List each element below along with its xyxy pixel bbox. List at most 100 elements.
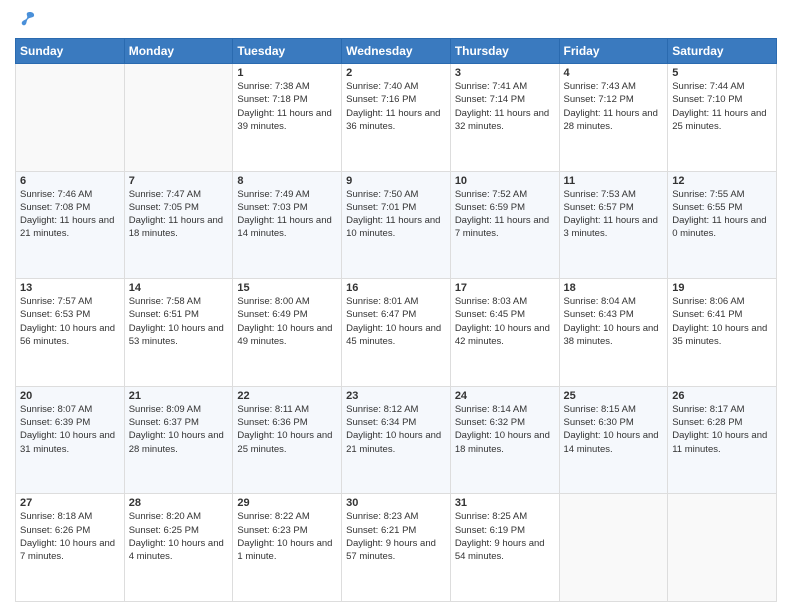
- calendar-day-cell: 24 Sunrise: 8:14 AM Sunset: 6:32 PM Dayl…: [450, 386, 559, 494]
- calendar-day-cell: 10 Sunrise: 7:52 AM Sunset: 6:59 PM Dayl…: [450, 171, 559, 279]
- day-info: Sunrise: 7:44 AM Sunset: 7:10 PM Dayligh…: [672, 80, 772, 133]
- sunrise-text: Sunrise: 7:53 AM: [564, 189, 636, 200]
- sunset-text: Sunset: 6:51 PM: [129, 309, 199, 320]
- day-info: Sunrise: 8:15 AM Sunset: 6:30 PM Dayligh…: [564, 403, 664, 456]
- sunset-text: Sunset: 7:08 PM: [20, 202, 90, 213]
- day-info: Sunrise: 7:41 AM Sunset: 7:14 PM Dayligh…: [455, 80, 555, 133]
- day-number: 3: [455, 67, 555, 79]
- calendar-day-cell: 12 Sunrise: 7:55 AM Sunset: 6:55 PM Dayl…: [668, 171, 777, 279]
- sunrise-text: Sunrise: 7:38 AM: [237, 81, 309, 92]
- calendar-week-row: 13 Sunrise: 7:57 AM Sunset: 6:53 PM Dayl…: [16, 279, 777, 387]
- day-number: 18: [564, 282, 664, 294]
- day-info: Sunrise: 8:23 AM Sunset: 6:21 PM Dayligh…: [346, 510, 446, 563]
- sunset-text: Sunset: 7:16 PM: [346, 94, 416, 105]
- day-info: Sunrise: 8:17 AM Sunset: 6:28 PM Dayligh…: [672, 403, 772, 456]
- sunrise-text: Sunrise: 8:01 AM: [346, 296, 418, 307]
- daylight-text: Daylight: 10 hours and 53 minutes.: [129, 323, 224, 347]
- calendar-day-cell: 5 Sunrise: 7:44 AM Sunset: 7:10 PM Dayli…: [668, 64, 777, 172]
- header: [15, 10, 777, 30]
- calendar-day-cell: [16, 64, 125, 172]
- sunset-text: Sunset: 6:53 PM: [20, 309, 90, 320]
- day-number: 16: [346, 282, 446, 294]
- day-info: Sunrise: 8:11 AM Sunset: 6:36 PM Dayligh…: [237, 403, 337, 456]
- sunrise-text: Sunrise: 7:47 AM: [129, 189, 201, 200]
- calendar-day-cell: [559, 494, 668, 602]
- daylight-text: Daylight: 10 hours and 11 minutes.: [672, 430, 767, 454]
- sunrise-text: Sunrise: 8:18 AM: [20, 511, 92, 522]
- daylight-text: Daylight: 10 hours and 28 minutes.: [129, 430, 224, 454]
- sunrise-text: Sunrise: 7:41 AM: [455, 81, 527, 92]
- day-info: Sunrise: 8:18 AM Sunset: 6:26 PM Dayligh…: [20, 510, 120, 563]
- day-number: 29: [237, 497, 337, 509]
- calendar-day-cell: [124, 64, 233, 172]
- sunset-text: Sunset: 6:36 PM: [237, 417, 307, 428]
- day-number: 14: [129, 282, 229, 294]
- sunset-text: Sunset: 7:18 PM: [237, 94, 307, 105]
- day-info: Sunrise: 8:00 AM Sunset: 6:49 PM Dayligh…: [237, 295, 337, 348]
- sunset-text: Sunset: 6:55 PM: [672, 202, 742, 213]
- day-info: Sunrise: 7:47 AM Sunset: 7:05 PM Dayligh…: [129, 188, 229, 241]
- day-number: 8: [237, 175, 337, 187]
- calendar-day-cell: 2 Sunrise: 7:40 AM Sunset: 7:16 PM Dayli…: [342, 64, 451, 172]
- calendar-week-row: 27 Sunrise: 8:18 AM Sunset: 6:26 PM Dayl…: [16, 494, 777, 602]
- sunrise-text: Sunrise: 8:22 AM: [237, 511, 309, 522]
- day-info: Sunrise: 7:50 AM Sunset: 7:01 PM Dayligh…: [346, 188, 446, 241]
- calendar-day-cell: 4 Sunrise: 7:43 AM Sunset: 7:12 PM Dayli…: [559, 64, 668, 172]
- day-info: Sunrise: 7:49 AM Sunset: 7:03 PM Dayligh…: [237, 188, 337, 241]
- day-number: 15: [237, 282, 337, 294]
- sunset-text: Sunset: 6:57 PM: [564, 202, 634, 213]
- calendar-day-cell: 29 Sunrise: 8:22 AM Sunset: 6:23 PM Dayl…: [233, 494, 342, 602]
- daylight-text: Daylight: 11 hours and 7 minutes.: [455, 215, 549, 239]
- day-info: Sunrise: 7:40 AM Sunset: 7:16 PM Dayligh…: [346, 80, 446, 133]
- sunset-text: Sunset: 6:47 PM: [346, 309, 416, 320]
- sunset-text: Sunset: 7:14 PM: [455, 94, 525, 105]
- day-of-week-header: Saturday: [668, 39, 777, 64]
- calendar-header-row: SundayMondayTuesdayWednesdayThursdayFrid…: [16, 39, 777, 64]
- day-info: Sunrise: 8:25 AM Sunset: 6:19 PM Dayligh…: [455, 510, 555, 563]
- daylight-text: Daylight: 11 hours and 0 minutes.: [672, 215, 766, 239]
- calendar-day-cell: 30 Sunrise: 8:23 AM Sunset: 6:21 PM Dayl…: [342, 494, 451, 602]
- sunrise-text: Sunrise: 8:07 AM: [20, 404, 92, 415]
- day-info: Sunrise: 7:46 AM Sunset: 7:08 PM Dayligh…: [20, 188, 120, 241]
- day-number: 24: [455, 390, 555, 402]
- sunrise-text: Sunrise: 7:43 AM: [564, 81, 636, 92]
- day-number: 1: [237, 67, 337, 79]
- calendar-day-cell: 27 Sunrise: 8:18 AM Sunset: 6:26 PM Dayl…: [16, 494, 125, 602]
- day-number: 21: [129, 390, 229, 402]
- sunset-text: Sunset: 7:03 PM: [237, 202, 307, 213]
- sunrise-text: Sunrise: 7:40 AM: [346, 81, 418, 92]
- sunset-text: Sunset: 6:37 PM: [129, 417, 199, 428]
- daylight-text: Daylight: 11 hours and 21 minutes.: [20, 215, 114, 239]
- day-info: Sunrise: 7:53 AM Sunset: 6:57 PM Dayligh…: [564, 188, 664, 241]
- sunrise-text: Sunrise: 7:55 AM: [672, 189, 744, 200]
- daylight-text: Daylight: 11 hours and 28 minutes.: [564, 108, 658, 132]
- daylight-text: Daylight: 10 hours and 49 minutes.: [237, 323, 332, 347]
- sunrise-text: Sunrise: 8:04 AM: [564, 296, 636, 307]
- day-of-week-header: Monday: [124, 39, 233, 64]
- daylight-text: Daylight: 10 hours and 14 minutes.: [564, 430, 659, 454]
- calendar-day-cell: 9 Sunrise: 7:50 AM Sunset: 7:01 PM Dayli…: [342, 171, 451, 279]
- day-info: Sunrise: 8:12 AM Sunset: 6:34 PM Dayligh…: [346, 403, 446, 456]
- page: SundayMondayTuesdayWednesdayThursdayFrid…: [0, 0, 792, 612]
- day-info: Sunrise: 7:52 AM Sunset: 6:59 PM Dayligh…: [455, 188, 555, 241]
- calendar-day-cell: 8 Sunrise: 7:49 AM Sunset: 7:03 PM Dayli…: [233, 171, 342, 279]
- day-number: 30: [346, 497, 446, 509]
- day-number: 22: [237, 390, 337, 402]
- sunset-text: Sunset: 6:19 PM: [455, 525, 525, 536]
- sunset-text: Sunset: 6:26 PM: [20, 525, 90, 536]
- day-number: 2: [346, 67, 446, 79]
- sunrise-text: Sunrise: 7:46 AM: [20, 189, 92, 200]
- day-info: Sunrise: 8:06 AM Sunset: 6:41 PM Dayligh…: [672, 295, 772, 348]
- day-number: 7: [129, 175, 229, 187]
- day-of-week-header: Friday: [559, 39, 668, 64]
- day-info: Sunrise: 7:55 AM Sunset: 6:55 PM Dayligh…: [672, 188, 772, 241]
- calendar-day-cell: 13 Sunrise: 7:57 AM Sunset: 6:53 PM Dayl…: [16, 279, 125, 387]
- day-info: Sunrise: 8:01 AM Sunset: 6:47 PM Dayligh…: [346, 295, 446, 348]
- calendar-week-row: 6 Sunrise: 7:46 AM Sunset: 7:08 PM Dayli…: [16, 171, 777, 279]
- sunrise-text: Sunrise: 8:00 AM: [237, 296, 309, 307]
- sunrise-text: Sunrise: 7:49 AM: [237, 189, 309, 200]
- daylight-text: Daylight: 10 hours and 45 minutes.: [346, 323, 441, 347]
- sunrise-text: Sunrise: 8:25 AM: [455, 511, 527, 522]
- day-number: 9: [346, 175, 446, 187]
- sunset-text: Sunset: 7:12 PM: [564, 94, 634, 105]
